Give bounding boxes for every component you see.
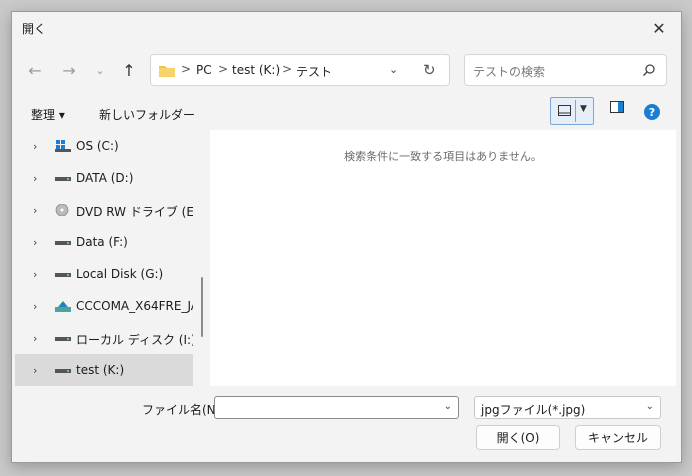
tree-item-label: Local Disk (G:) xyxy=(76,267,164,281)
view-divider xyxy=(575,100,576,122)
tree-item-h-drive[interactable]: › CCCOMA_X64FRE_JA-... xyxy=(15,290,193,322)
filename-label: ファイル名(N): xyxy=(142,403,225,417)
cancel-button[interactable]: キャンセル xyxy=(575,425,661,450)
expand-chevron-icon[interactable]: › xyxy=(33,364,37,377)
drive-icon xyxy=(55,337,71,341)
breadcrumb-separator: > xyxy=(282,62,293,76)
address-history-chevron-icon[interactable]: ⌄ xyxy=(389,63,398,76)
tree-item-c-drive[interactable]: › OS (C:) xyxy=(15,130,193,162)
tree-item-i-drive[interactable]: › ローカル ディスク (I:) xyxy=(15,322,193,354)
tree-item-label: test (K:) xyxy=(76,363,125,377)
expand-chevron-icon[interactable]: › xyxy=(33,332,37,345)
tree-item-f-drive[interactable]: › Data (F:) xyxy=(15,226,193,258)
address-bar[interactable]: > PC > test (K:) > テスト ⌄ ↻ xyxy=(150,54,450,86)
tree-item-label: Data (F:) xyxy=(76,235,128,249)
search-placeholder: テストの検索 xyxy=(473,65,546,79)
empty-message: 検索条件に一致する項目はありません。 xyxy=(344,150,542,163)
dvd-icon xyxy=(55,204,69,216)
recent-locations-chevron-icon[interactable]: ⌄ xyxy=(87,59,113,81)
open-file-dialog: 開く ✕ ← → ⌄ ↑ > PC > test (K:) > テスト ⌄ ↻ … xyxy=(11,11,682,463)
expand-chevron-icon[interactable]: › xyxy=(33,300,37,313)
filename-input[interactable]: ⌄ xyxy=(214,396,459,419)
navigation-scrollbar[interactable] xyxy=(201,277,203,337)
breadcrumb-separator: > xyxy=(218,62,229,76)
filetype-chevron-icon: ⌄ xyxy=(645,401,654,412)
refresh-icon[interactable]: ↻ xyxy=(423,61,436,79)
drive-icon xyxy=(55,273,71,277)
window-title: 開く xyxy=(22,22,47,36)
drive-icon xyxy=(55,241,71,245)
tree-item-g-drive[interactable]: › Local Disk (G:) xyxy=(15,258,193,290)
help-icon[interactable]: ? xyxy=(644,104,660,120)
expand-chevron-icon[interactable]: › xyxy=(33,268,37,281)
up-arrow-icon[interactable]: ↑ xyxy=(116,59,142,81)
tree-item-k-drive[interactable]: › test (K:) xyxy=(15,354,193,386)
drive-icon xyxy=(55,177,71,181)
close-icon[interactable]: ✕ xyxy=(637,12,681,44)
forward-arrow-icon[interactable]: → xyxy=(56,59,82,81)
breadcrumb-pc[interactable]: PC xyxy=(196,63,212,77)
tree-item-label: DVD RW ドライブ (E:) Au xyxy=(76,205,193,219)
tree-item-label: DATA (D:) xyxy=(76,171,134,185)
title-bar: 開く ✕ xyxy=(12,12,681,44)
back-arrow-icon[interactable]: ← xyxy=(22,59,48,81)
open-button[interactable]: 開く(O) xyxy=(476,425,560,450)
expand-chevron-icon[interactable]: › xyxy=(33,140,37,153)
search-box[interactable]: テストの検索 xyxy=(464,54,667,86)
file-list-pane[interactable]: 検索条件に一致する項目はありません。 xyxy=(210,130,676,386)
tree-item-d-drive[interactable]: › DATA (D:) xyxy=(15,162,193,194)
drive-icon xyxy=(55,369,71,373)
navigation-pane[interactable]: › OS (C:) › DATA (D:) › DVD RW ドライブ (E:)… xyxy=(15,130,193,386)
windows-drive-icon xyxy=(55,140,71,152)
expand-chevron-icon[interactable]: › xyxy=(33,204,37,217)
view-dropdown-icon[interactable]: ▼ xyxy=(580,104,587,114)
expand-chevron-icon[interactable]: › xyxy=(33,172,37,185)
organize-button[interactable]: 整理 ▾ xyxy=(31,106,65,123)
breadcrumb-drive[interactable]: test (K:) xyxy=(232,63,280,77)
tree-item-label: ローカル ディスク (I:) xyxy=(76,333,193,347)
breadcrumb-separator: > xyxy=(181,62,192,76)
filename-dropdown-chevron-icon[interactable]: ⌄ xyxy=(444,401,452,412)
tree-item-label: CCCOMA_X64FRE_JA-... xyxy=(76,299,193,313)
new-folder-button[interactable]: 新しいフォルダー xyxy=(99,106,195,123)
tree-item-e-drive[interactable]: › DVD RW ドライブ (E:) Au xyxy=(15,194,193,226)
filetype-value: jpgファイル(*.jpg) xyxy=(481,403,586,417)
folder-icon xyxy=(159,66,175,77)
view-icon xyxy=(558,105,571,116)
filetype-select[interactable]: jpgファイル(*.jpg) ⌄ xyxy=(474,396,661,419)
breadcrumb-folder[interactable]: テスト xyxy=(296,63,332,80)
change-view-button[interactable]: ▼ xyxy=(550,97,594,125)
tree-item-label: OS (C:) xyxy=(76,139,119,153)
install-media-icon xyxy=(55,301,71,312)
preview-pane-icon[interactable] xyxy=(610,101,624,113)
expand-chevron-icon[interactable]: › xyxy=(33,236,37,249)
search-icon[interactable] xyxy=(642,63,656,77)
